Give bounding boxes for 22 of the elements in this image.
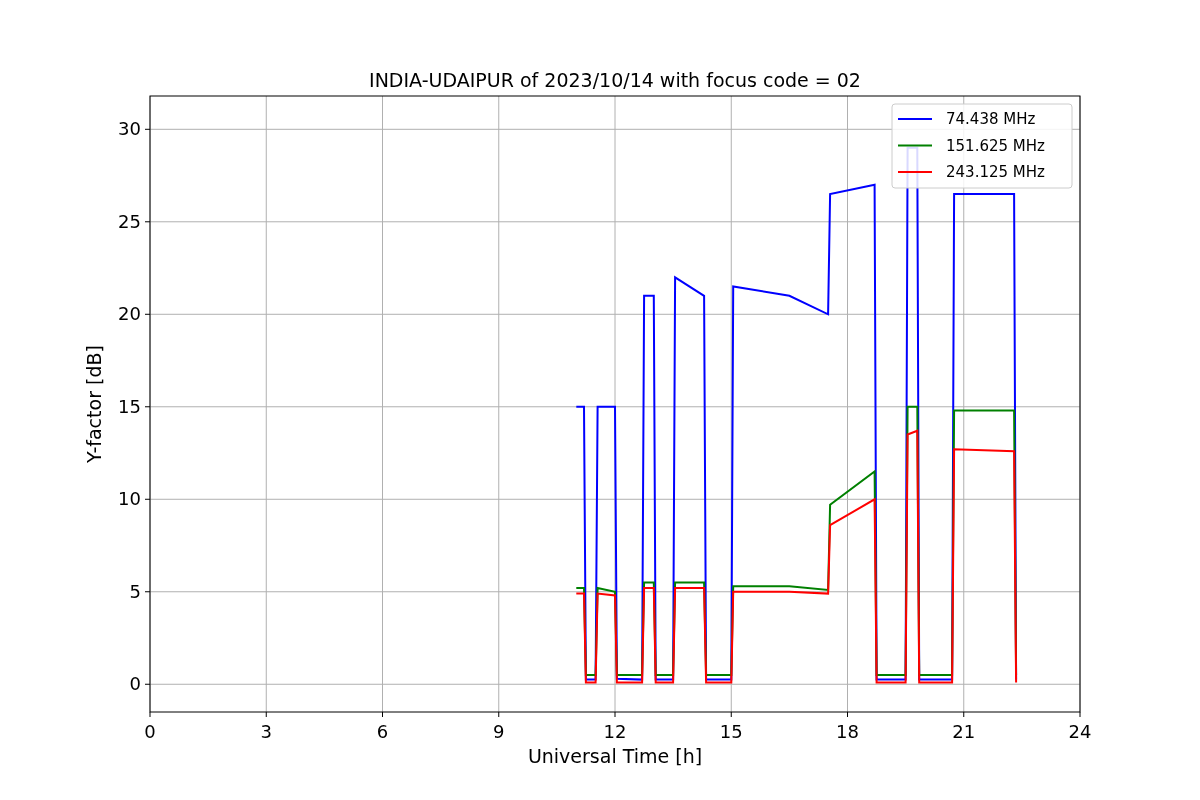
y-tick-label: 10 bbox=[118, 488, 141, 510]
x-tick-label: 3 bbox=[260, 721, 272, 742]
legend-label: 74.438 MHz bbox=[946, 110, 1036, 128]
x-tick-label: 21 bbox=[952, 721, 976, 742]
x-tick-label: 6 bbox=[376, 721, 389, 742]
y-tick-label: 30 bbox=[118, 118, 141, 140]
legend-label: 151.625 MHz bbox=[946, 136, 1045, 155]
y-tick-label: 0 bbox=[129, 673, 141, 695]
x-tick-label: 12 bbox=[603, 721, 627, 742]
chart-title: INDIA-UDAIPUR of 2023/10/14 with focus code = 02 bbox=[369, 69, 861, 91]
x-tick-label: 24 bbox=[1068, 721, 1092, 742]
y-tick-label: 20 bbox=[118, 303, 141, 325]
x-tick-label: 18 bbox=[836, 721, 859, 742]
legend-label: 243.125 MHz bbox=[946, 163, 1045, 181]
x-tick-label: 9 bbox=[493, 721, 505, 742]
x-axis-label: Universal Time [h] bbox=[527, 745, 703, 767]
y-tick-label: 15 bbox=[118, 395, 141, 417]
x-tick-label: 15 bbox=[719, 721, 743, 742]
y-axis-label: Y-factor [dB] bbox=[83, 345, 105, 463]
y-tick-label: 5 bbox=[129, 580, 141, 602]
x-tick-label: 0 bbox=[144, 721, 156, 742]
y-tick-label: 25 bbox=[118, 210, 141, 232]
